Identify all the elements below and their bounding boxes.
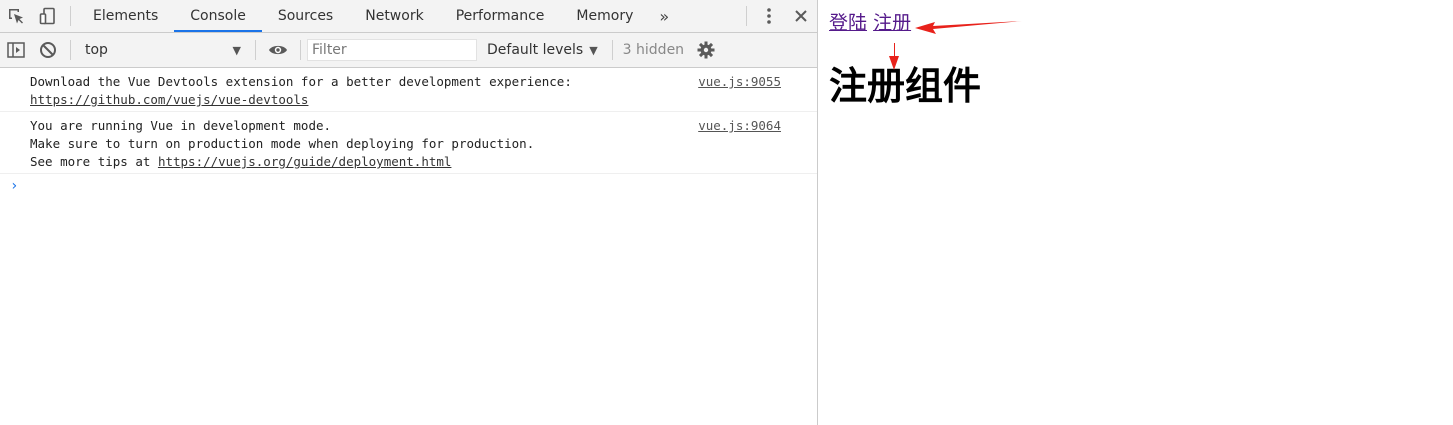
prompt-chevron-icon: ›	[10, 178, 19, 194]
message-source-link[interactable]: vue.js:9055	[698, 73, 781, 91]
page-viewport: 登陆 注册 注册组件	[829, 10, 981, 108]
toolbar-divider	[300, 40, 301, 60]
tab-console[interactable]: Console	[174, 0, 262, 32]
console-message: You are running Vue in development mode.…	[0, 112, 817, 174]
clear-console-icon[interactable]	[32, 34, 64, 66]
console-toolbar: top ▼ Default levels ▼ 3 hidden	[0, 33, 817, 68]
login-link[interactable]: 登陆	[829, 12, 867, 34]
devtools-panel: Elements Console Sources Network Perform…	[0, 0, 818, 425]
toolbar-divider	[70, 40, 71, 60]
filter-input[interactable]	[307, 39, 477, 61]
caret-down-icon: ▼	[232, 43, 241, 57]
toolbar-divider	[746, 6, 747, 26]
tabbar-actions	[740, 0, 817, 32]
toolbar-divider	[70, 6, 71, 26]
device-toolbar-icon[interactable]	[32, 0, 64, 32]
log-levels-dropdown[interactable]: Default levels ▼	[487, 42, 598, 58]
toolbar-divider	[255, 40, 256, 60]
console-message: Download the Vue Devtools extension for …	[0, 68, 817, 112]
devtools-link[interactable]: https://github.com/vuejs/vue-devtools	[30, 92, 308, 107]
router-links: 登陆 注册	[829, 10, 981, 36]
more-tabs-button[interactable]: »	[649, 7, 679, 26]
console-prompt[interactable]: ›	[0, 174, 817, 194]
caret-down-icon: ▼	[589, 43, 598, 57]
register-link[interactable]: 注册	[873, 12, 911, 34]
message-text: See more tips at	[30, 154, 158, 169]
message-text-line: See more tips at https://vuejs.org/guide…	[30, 153, 817, 171]
context-selector-value: top	[85, 42, 108, 58]
inspect-element-icon[interactable]	[0, 0, 32, 32]
settings-gear-icon[interactable]	[690, 34, 722, 66]
tab-performance[interactable]: Performance	[440, 0, 561, 32]
show-sidebar-icon[interactable]	[0, 34, 32, 66]
message-source-link[interactable]: vue.js:9064	[698, 117, 781, 135]
devtools-tab-bar: Elements Console Sources Network Perform…	[0, 0, 817, 33]
message-text: Make sure to turn on production mode whe…	[30, 136, 535, 151]
more-options-icon[interactable]	[753, 0, 785, 32]
context-selector[interactable]: top ▼	[77, 39, 249, 61]
toolbar-divider	[611, 40, 613, 60]
log-levels-label: Default levels	[487, 42, 584, 58]
console-messages: Download the Vue Devtools extension for …	[0, 68, 817, 194]
tab-elements[interactable]: Elements	[77, 0, 174, 32]
deployment-guide-link[interactable]: https://vuejs.org/guide/deployment.html	[158, 154, 452, 169]
tab-network[interactable]: Network	[349, 0, 439, 32]
live-expression-eye-icon[interactable]	[262, 34, 294, 66]
tab-sources[interactable]: Sources	[262, 0, 349, 32]
close-icon[interactable]	[785, 0, 817, 32]
tab-memory[interactable]: Memory	[560, 0, 649, 32]
hidden-messages-count: 3 hidden	[622, 42, 685, 58]
page-heading: 注册组件	[829, 64, 982, 108]
